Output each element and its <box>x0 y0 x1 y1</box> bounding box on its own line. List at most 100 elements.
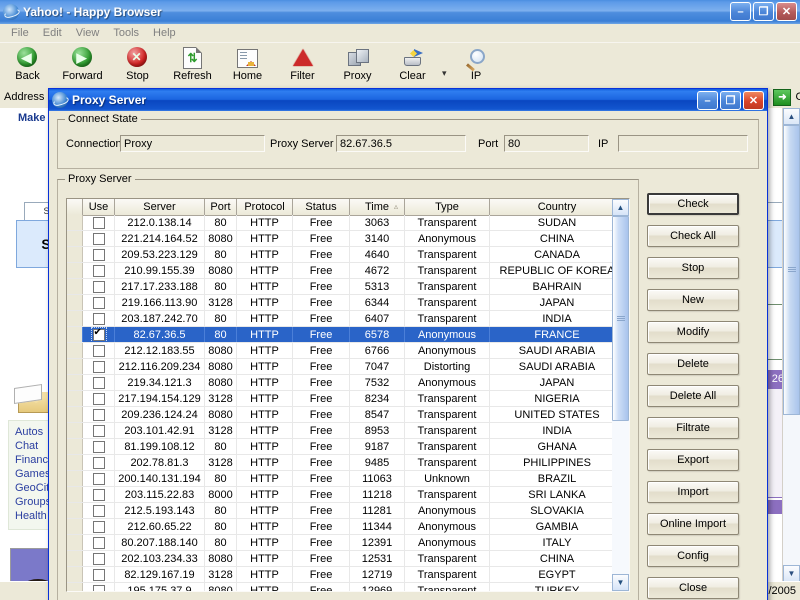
use-checkbox[interactable] <box>83 535 115 550</box>
use-checkbox[interactable] <box>83 455 115 470</box>
use-checkbox[interactable] <box>83 439 115 454</box>
proxy-list-view[interactable]: Use Server Port Protocol Status Time ▵ T… <box>66 198 630 592</box>
use-checkbox[interactable] <box>83 359 115 374</box>
table-row[interactable]: 81.199.108.1280HTTPFree9187TransparentGH… <box>67 439 629 455</box>
scroll-up-icon[interactable]: ▲ <box>783 108 800 125</box>
table-row[interactable]: 200.140.131.19480HTTPFree11063UnknownBRA… <box>67 471 629 487</box>
checkbox-unchecked-icon[interactable] <box>93 505 105 517</box>
checkbox-unchecked-icon[interactable] <box>93 217 105 229</box>
use-checkbox[interactable] <box>83 503 115 518</box>
menu-edit[interactable]: Edit <box>36 26 69 40</box>
checkbox-unchecked-icon[interactable] <box>93 441 105 453</box>
menu-help[interactable]: Help <box>146 26 183 40</box>
checkbox-unchecked-icon[interactable] <box>93 233 105 245</box>
checkbox-unchecked-icon[interactable] <box>93 537 105 549</box>
checkbox-unchecked-icon[interactable] <box>93 569 105 581</box>
toolbar-refresh-button[interactable]: ⇅ Refresh <box>165 45 220 82</box>
table-row[interactable]: 82.67.36.580HTTPFree6578AnonymousFRANCE <box>67 327 629 343</box>
checkbox-unchecked-icon[interactable] <box>93 457 105 469</box>
proxy-list-scrollbar[interactable]: ▲ ▼ <box>612 199 629 591</box>
checkbox-unchecked-icon[interactable] <box>93 313 105 325</box>
use-checkbox[interactable] <box>83 247 115 262</box>
checkbox-unchecked-icon[interactable] <box>93 281 105 293</box>
table-row[interactable]: 221.214.164.528080HTTPFree3140AnonymousC… <box>67 231 629 247</box>
checkbox-checked-icon[interactable] <box>93 329 105 341</box>
import-button[interactable]: Import <box>647 481 739 503</box>
list-scroll-up-icon[interactable]: ▲ <box>612 199 629 216</box>
col-use[interactable]: Use <box>83 199 115 215</box>
menu-file[interactable]: File <box>4 26 36 40</box>
col-gutter[interactable] <box>67 199 83 215</box>
table-row[interactable]: 195.175.37.98080HTTPFree12969Transparent… <box>67 583 629 591</box>
use-checkbox[interactable] <box>83 519 115 534</box>
ip-field[interactable] <box>618 135 748 152</box>
table-row[interactable]: 80.207.188.14080HTTPFree12391AnonymousIT… <box>67 535 629 551</box>
checkbox-unchecked-icon[interactable] <box>93 553 105 565</box>
list-scroll-thumb[interactable] <box>612 216 629 421</box>
list-scroll-down-icon[interactable]: ▼ <box>612 574 629 591</box>
checkbox-unchecked-icon[interactable] <box>93 393 105 405</box>
scroll-down-icon[interactable]: ▼ <box>783 565 800 582</box>
menu-view[interactable]: View <box>69 26 107 40</box>
checkbox-unchecked-icon[interactable] <box>93 345 105 357</box>
table-row[interactable]: 212.5.193.14380HTTPFree11281AnonymousSLO… <box>67 503 629 519</box>
minimize-button[interactable]: – <box>730 2 751 21</box>
table-row[interactable]: 203.115.22.838000HTTPFree11218Transparen… <box>67 487 629 503</box>
check-button[interactable]: Check <box>647 193 739 215</box>
table-row[interactable]: 202.103.234.338080HTTPFree12531Transpare… <box>67 551 629 567</box>
checkbox-unchecked-icon[interactable] <box>93 377 105 389</box>
col-port[interactable]: Port <box>205 199 237 215</box>
use-checkbox[interactable] <box>83 567 115 582</box>
col-server[interactable]: Server <box>115 199 205 215</box>
table-row[interactable]: 212.12.183.558080HTTPFree6766AnonymousSA… <box>67 343 629 359</box>
checkbox-unchecked-icon[interactable] <box>93 265 105 277</box>
filtrate-button[interactable]: Filtrate <box>647 417 739 439</box>
use-checkbox[interactable] <box>83 391 115 406</box>
checkbox-unchecked-icon[interactable] <box>93 425 105 437</box>
delete-all-button[interactable]: Delete All <box>647 385 739 407</box>
page-scroll-track[interactable] <box>783 125 800 565</box>
checkbox-unchecked-icon[interactable] <box>93 473 105 485</box>
table-row[interactable]: 209.236.124.248080HTTPFree8547Transparen… <box>67 407 629 423</box>
col-status[interactable]: Status <box>293 199 350 215</box>
page-scroll-thumb[interactable] <box>783 125 800 415</box>
go-button[interactable]: ➜ <box>772 88 792 106</box>
dialog-close-button[interactable]: ✕ <box>743 91 764 110</box>
toolbar-forward-button[interactable]: ▶ Forward <box>55 45 110 82</box>
table-row[interactable]: 202.78.81.33128HTTPFree9485TransparentPH… <box>67 455 629 471</box>
new-button[interactable]: New <box>647 289 739 311</box>
use-checkbox[interactable] <box>83 215 115 230</box>
table-row[interactable]: 217.17.233.18880HTTPFree5313TransparentB… <box>67 279 629 295</box>
table-row[interactable]: 203.101.42.913128HTTPFree8953Transparent… <box>67 423 629 439</box>
checkbox-unchecked-icon[interactable] <box>93 585 105 592</box>
checkbox-unchecked-icon[interactable] <box>93 489 105 501</box>
use-checkbox[interactable] <box>83 311 115 326</box>
chevron-down-icon[interactable]: ▾ <box>442 56 447 79</box>
delete-button[interactable]: Delete <box>647 353 739 375</box>
table-row[interactable]: 212.0.138.1480HTTPFree3063TransparentSUD… <box>67 215 629 231</box>
table-row[interactable]: 210.99.155.398080HTTPFree4672Transparent… <box>67 263 629 279</box>
checkbox-unchecked-icon[interactable] <box>93 297 105 309</box>
checkbox-unchecked-icon[interactable] <box>93 249 105 261</box>
use-checkbox[interactable] <box>83 407 115 422</box>
use-checkbox[interactable] <box>83 295 115 310</box>
proxy-list-rows[interactable]: 212.0.138.1480HTTPFree3063TransparentSUD… <box>67 215 629 591</box>
page-scrollbar[interactable]: ▲ ▼ <box>782 108 800 582</box>
checkbox-unchecked-icon[interactable] <box>93 409 105 421</box>
table-row[interactable]: 212.60.65.2280HTTPFree11344AnonymousGAMB… <box>67 519 629 535</box>
use-checkbox[interactable] <box>83 471 115 486</box>
toolbar-stop-button[interactable]: ✕ Stop <box>110 45 165 82</box>
modify-button[interactable]: Modify <box>647 321 739 343</box>
export-button[interactable]: Export <box>647 449 739 471</box>
table-row[interactable]: 219.34.121.38080HTTPFree7532AnonymousJAP… <box>67 375 629 391</box>
use-checkbox[interactable] <box>83 263 115 278</box>
use-checkbox[interactable] <box>83 551 115 566</box>
table-row[interactable]: 219.166.113.903128HTTPFree6344Transparen… <box>67 295 629 311</box>
toolbar-ip-button[interactable]: IP <box>449 45 504 82</box>
use-checkbox[interactable] <box>83 327 115 342</box>
use-checkbox[interactable] <box>83 279 115 294</box>
checkbox-unchecked-icon[interactable] <box>93 361 105 373</box>
use-checkbox[interactable] <box>83 343 115 358</box>
table-row[interactable]: 82.129.167.193128HTTPFree12719Transparen… <box>67 567 629 583</box>
table-row[interactable]: 209.53.223.12980HTTPFree4640TransparentC… <box>67 247 629 263</box>
